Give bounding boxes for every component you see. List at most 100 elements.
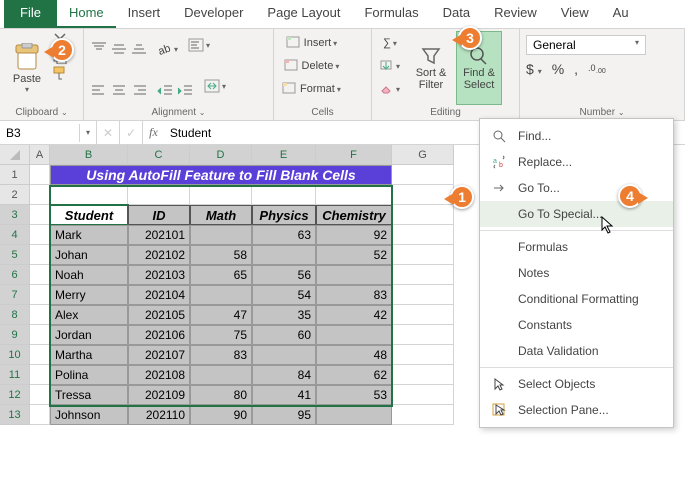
data-cell[interactable]: 52: [316, 245, 392, 265]
data-cell[interactable]: 54: [252, 285, 316, 305]
clear-button[interactable]: ▾: [378, 79, 402, 99]
delete-cells-button[interactable]: Delete ▾: [280, 56, 343, 76]
fill-button[interactable]: ▾: [378, 56, 402, 76]
data-cell[interactable]: 48: [316, 345, 392, 365]
cell[interactable]: [30, 265, 50, 285]
data-cell[interactable]: 202102: [128, 245, 190, 265]
cell[interactable]: [392, 305, 454, 325]
row-header[interactable]: 1: [0, 165, 30, 185]
data-cell[interactable]: 90: [190, 405, 252, 425]
banner-cell[interactable]: Using AutoFill Feature to Fill Blank Cel…: [50, 165, 392, 185]
data-cell[interactable]: 202109: [128, 385, 190, 405]
data-cell[interactable]: 62: [316, 365, 392, 385]
menu-find[interactable]: Find...: [480, 123, 673, 149]
alignment-group-label[interactable]: Alignment ⌄: [90, 105, 267, 118]
data-cell[interactable]: 202103: [128, 265, 190, 285]
menu-formulas[interactable]: Formulas: [480, 234, 673, 260]
cell[interactable]: [30, 405, 50, 425]
format-painter-icon[interactable]: [52, 65, 68, 81]
data-cell[interactable]: 84: [252, 365, 316, 385]
menu-replace[interactable]: ab Replace...: [480, 149, 673, 175]
data-cell[interactable]: Martha: [50, 345, 128, 365]
header-student[interactable]: Student: [50, 205, 128, 225]
cell[interactable]: [30, 385, 50, 405]
cell[interactable]: [30, 305, 50, 325]
header-math[interactable]: Math: [190, 205, 252, 225]
row-header[interactable]: 4: [0, 225, 30, 245]
data-cell[interactable]: 47: [190, 305, 252, 325]
data-cell[interactable]: Mark: [50, 225, 128, 245]
data-cell[interactable]: 60: [252, 325, 316, 345]
row-header[interactable]: 9: [0, 325, 30, 345]
cell[interactable]: [252, 185, 316, 205]
data-cell[interactable]: 202101: [128, 225, 190, 245]
data-cell[interactable]: 41: [252, 385, 316, 405]
align-middle-icon[interactable]: [110, 35, 128, 64]
data-cell[interactable]: Polina: [50, 365, 128, 385]
header-chemistry[interactable]: Chemistry: [316, 205, 392, 225]
col-header-A[interactable]: A: [30, 145, 50, 165]
header-id[interactable]: ID: [128, 205, 190, 225]
data-cell[interactable]: Johan: [50, 245, 128, 265]
menu-conditional-formatting[interactable]: Conditional Formatting: [480, 286, 673, 312]
col-header-D[interactable]: D: [190, 145, 252, 165]
data-cell[interactable]: 202104: [128, 285, 190, 305]
data-cell[interactable]: 80: [190, 385, 252, 405]
currency-button[interactable]: $ ▾: [526, 61, 542, 78]
data-cell[interactable]: 56: [252, 265, 316, 285]
row-header[interactable]: 2: [0, 185, 30, 205]
orientation-icon[interactable]: ab▾: [156, 35, 178, 64]
data-cell[interactable]: [190, 285, 252, 305]
tab-page-layout[interactable]: Page Layout: [255, 0, 352, 28]
row-header[interactable]: 8: [0, 305, 30, 325]
merge-center-button[interactable]: ▾: [202, 76, 228, 96]
cell[interactable]: [30, 345, 50, 365]
data-cell[interactable]: 202105: [128, 305, 190, 325]
cell[interactable]: [392, 385, 454, 405]
data-cell[interactable]: [316, 405, 392, 425]
number-format-select[interactable]: General▾: [526, 35, 646, 55]
decrease-indent-icon[interactable]: [156, 76, 174, 105]
cell[interactable]: [128, 185, 190, 205]
data-cell[interactable]: 202108: [128, 365, 190, 385]
cell[interactable]: [30, 165, 50, 185]
format-cells-button[interactable]: Format ▾: [280, 79, 343, 99]
menu-select-objects[interactable]: Select Objects: [480, 371, 673, 397]
autosum-button[interactable]: ∑ ▾: [378, 33, 402, 53]
percent-button[interactable]: %: [552, 61, 564, 78]
tab-data[interactable]: Data: [431, 0, 482, 28]
cell[interactable]: [30, 325, 50, 345]
col-header-E[interactable]: E: [252, 145, 316, 165]
row-header[interactable]: 12: [0, 385, 30, 405]
sort-filter-button[interactable]: Sort & Filter: [410, 31, 452, 105]
number-group-label[interactable]: Number ⌄: [526, 105, 678, 118]
fx-icon[interactable]: fx: [143, 125, 164, 140]
tab-truncated[interactable]: Au: [601, 0, 641, 28]
paste-button[interactable]: Paste ▾: [6, 31, 48, 105]
data-cell[interactable]: [316, 265, 392, 285]
cell[interactable]: [30, 245, 50, 265]
align-bottom-icon[interactable]: [130, 35, 148, 64]
tab-home[interactable]: Home: [57, 0, 116, 28]
menu-notes[interactable]: Notes: [480, 260, 673, 286]
cell[interactable]: [392, 325, 454, 345]
cell[interactable]: [30, 185, 50, 205]
tab-insert[interactable]: Insert: [116, 0, 173, 28]
menu-goto-special[interactable]: Go To Special...: [480, 201, 673, 227]
insert-cells-button[interactable]: Insert ▾: [280, 33, 343, 53]
align-center-icon[interactable]: [110, 76, 128, 105]
align-top-icon[interactable]: [90, 35, 108, 64]
cell[interactable]: [392, 165, 454, 185]
data-cell[interactable]: Johnson: [50, 405, 128, 425]
row-header[interactable]: 6: [0, 265, 30, 285]
menu-selection-pane[interactable]: Selection Pane...: [480, 397, 673, 423]
data-cell[interactable]: [252, 245, 316, 265]
cell[interactable]: [30, 365, 50, 385]
data-cell[interactable]: Jordan: [50, 325, 128, 345]
data-cell[interactable]: Tressa: [50, 385, 128, 405]
data-cell[interactable]: Merry: [50, 285, 128, 305]
col-header-C[interactable]: C: [128, 145, 190, 165]
cell[interactable]: [392, 245, 454, 265]
cell[interactable]: [392, 405, 454, 425]
menu-constants[interactable]: Constants: [480, 312, 673, 338]
